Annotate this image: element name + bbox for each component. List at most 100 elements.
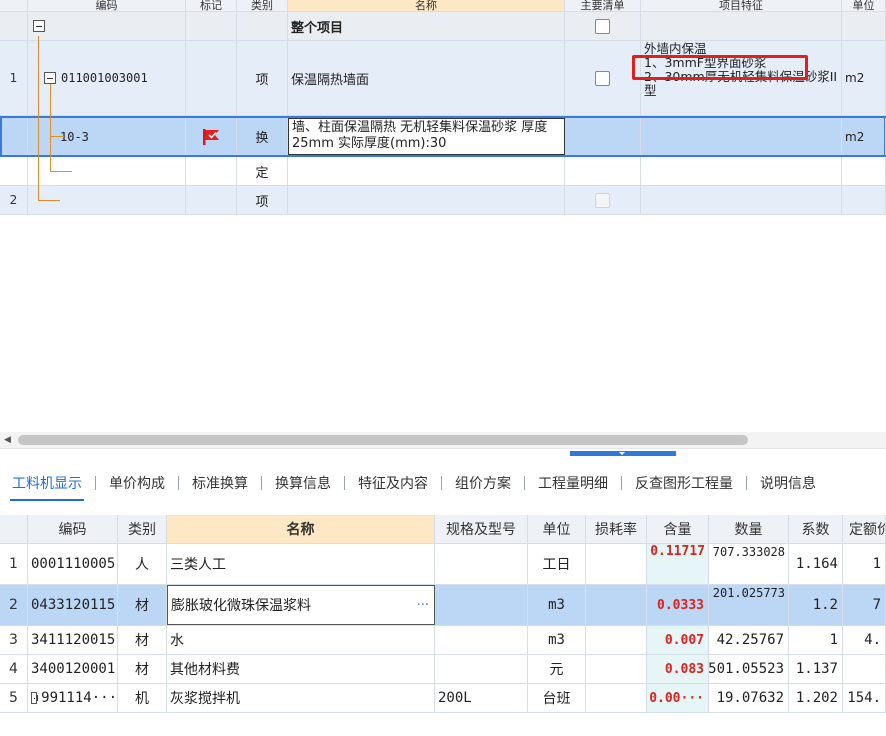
code-cell[interactable]: 011001003001 [28, 41, 186, 115]
type-cell[interactable]: 人 [118, 544, 167, 584]
spec-cell[interactable] [435, 655, 528, 683]
tab-quantity-detail[interactable]: 工程量明细 [538, 459, 608, 507]
loss-cell[interactable] [586, 626, 647, 654]
unit-cell[interactable]: m2 [842, 41, 886, 115]
name-cell[interactable]: 水 [167, 626, 435, 654]
price-cell[interactable]: 7 [843, 585, 886, 625]
type-cell[interactable]: 机 [118, 684, 167, 712]
code-cell[interactable]: 0433120115 [28, 585, 118, 625]
coef-cell[interactable]: 1.2 [789, 585, 843, 625]
type-cell[interactable]: 项 [237, 41, 288, 115]
header-spec[interactable]: 规格及型号 [435, 515, 528, 543]
resource-row-5[interactable]: 5 991114··· 机 灰浆搅拌机 200L 台班 0.00··· 19.0… [0, 684, 886, 713]
header-unit[interactable]: 单位 [528, 515, 586, 543]
quota-row-10-3[interactable]: 10-3 换 墙、柱面保温隔热 无机轻集料保温砂浆 厚度25mm 实际厚度(mm… [0, 116, 886, 157]
loss-cell[interactable] [586, 544, 647, 584]
amount-cell[interactable]: 42.25767 [709, 626, 789, 654]
loss-cell[interactable] [586, 684, 647, 712]
code-cell[interactable]: 3411120015 [28, 626, 118, 654]
unit-cell[interactable]: 工日 [528, 544, 586, 584]
header-amount[interactable]: 数量 [709, 515, 789, 543]
unit-cell[interactable]: 元 [528, 655, 586, 683]
loss-cell[interactable] [586, 655, 647, 683]
unit-cell[interactable]: 台班 [528, 684, 586, 712]
qty-cell[interactable]: 0.0333 [647, 585, 709, 625]
coef-cell[interactable]: 1.202 [789, 684, 843, 712]
qty-cell[interactable]: 0.007 [647, 626, 709, 654]
main-list-checkbox[interactable] [595, 70, 610, 86]
header-code[interactable]: 编码 [28, 515, 118, 543]
horizontal-scrollbar[interactable]: ◀ [0, 432, 886, 448]
features-cell[interactable]: 外墙内保温 1、3mmF型界面砂浆 2、30mm厚无机轻集料保温砂浆II型 [641, 41, 842, 115]
tab-pricing-scheme[interactable]: 组价方案 [455, 459, 511, 507]
price-cell[interactable]: 1 [843, 544, 886, 584]
unit-cell[interactable]: m2 [842, 118, 886, 155]
tab-conversion-info[interactable]: 换算信息 [275, 459, 331, 507]
type-cell[interactable]: 材 [118, 585, 167, 625]
spec-cell[interactable] [435, 626, 528, 654]
tab-features-content[interactable]: 特征及内容 [358, 459, 428, 507]
list-row-1[interactable]: 1 011001003001 项 保温隔热墙面 外墙内保温 1、3mmF型界面砂… [0, 41, 886, 116]
header-price[interactable]: 定额价 [843, 515, 886, 543]
collapse-icon[interactable] [44, 72, 56, 84]
header-loss[interactable]: 损耗率 [586, 515, 647, 543]
main-list-cell[interactable] [565, 12, 641, 40]
header-unit[interactable]: 单位 [842, 0, 886, 11]
tab-standard-conversion[interactable]: 标准换算 [192, 459, 248, 507]
tab-description[interactable]: 说明信息 [760, 459, 816, 507]
collapse-icon[interactable] [33, 20, 45, 32]
resource-row-1[interactable]: 1 0001110005 人 三类人工 工日 0.11717 707.33302… [0, 544, 886, 585]
code-cell[interactable]: 3400120001 [28, 655, 118, 683]
name-cell[interactable] [288, 186, 565, 214]
type-cell[interactable]: 定 [237, 157, 288, 185]
mark-cell[interactable] [186, 118, 237, 155]
resource-row-3[interactable]: 3 3411120015 材 水 m3 0.007 42.25767 1 4. [0, 626, 886, 655]
type-cell[interactable]: 材 [118, 626, 167, 654]
resource-row-4[interactable]: 4 3400120001 材 其他材料费 元 0.083 501.05523 1… [0, 655, 886, 684]
name-cell[interactable]: 墙、柱面保温隔热 无机轻集料保温砂浆 厚度25mm 实际厚度(mm):30 [288, 118, 565, 155]
qty-cell[interactable]: 0.083 [647, 655, 709, 683]
name-cell[interactable]: 其他材料费 [167, 655, 435, 683]
scroll-left-icon[interactable]: ◀ [4, 435, 11, 445]
expand-icon[interactable] [31, 692, 39, 704]
code-cell[interactable]: 991114··· [28, 684, 118, 712]
project-tree-cell[interactable] [28, 12, 186, 40]
name-cell[interactable]: 三类人工 [167, 544, 435, 584]
name-cell[interactable] [288, 157, 565, 185]
type-cell[interactable]: 换 [237, 118, 288, 155]
amount-cell[interactable]: 201.025773 [709, 585, 789, 625]
header-type[interactable]: 类别 [237, 0, 288, 11]
header-code[interactable]: 编码 [28, 0, 186, 11]
amount-cell[interactable]: 19.07632 [709, 684, 789, 712]
spec-cell[interactable] [435, 585, 528, 625]
header-name[interactable]: 名称 [167, 515, 435, 543]
header-features[interactable]: 项目特征 [641, 0, 842, 11]
name-cell[interactable]: 膨胀玻化微珠保温浆料 ··· [167, 585, 435, 625]
unit-cell[interactable]: m3 [528, 626, 586, 654]
price-cell[interactable]: 4. [843, 626, 886, 654]
quota-row-blank[interactable]: 定 [0, 157, 886, 186]
unit-cell[interactable]: m3 [528, 585, 586, 625]
price-cell[interactable]: 154. [843, 684, 886, 712]
tab-reverse-graphic-quantity[interactable]: 反查图形工程量 [635, 459, 733, 507]
code-cell[interactable]: 0001110005 [28, 544, 118, 584]
list-row-2[interactable]: 2 项 [0, 186, 886, 215]
panel-splitter[interactable] [0, 448, 886, 459]
header-coef[interactable]: 系数 [789, 515, 843, 543]
name-cell[interactable]: 保温隔热墙面 [288, 41, 565, 115]
tab-labor-material-machine[interactable]: 工料机显示 [10, 459, 84, 507]
spec-cell[interactable] [435, 544, 528, 584]
coef-cell[interactable]: 1.164 [789, 544, 843, 584]
spec-cell[interactable]: 200L [435, 684, 528, 712]
amount-cell[interactable]: 707.333028 [709, 544, 789, 584]
resource-row-2[interactable]: 2 0433120115 材 膨胀玻化微珠保温浆料 ··· m3 0.0333 … [0, 585, 886, 626]
header-name[interactable]: 名称 [288, 0, 565, 11]
type-cell[interactable]: 项 [237, 186, 288, 214]
main-list-checkbox[interactable] [595, 18, 610, 34]
coef-cell[interactable]: 1 [789, 626, 843, 654]
amount-cell[interactable]: 501.05523 [709, 655, 789, 683]
header-type[interactable]: 类别 [118, 515, 167, 543]
tab-unit-price[interactable]: 单价构成 [109, 459, 165, 507]
header-mark[interactable]: 标记 [186, 0, 237, 11]
coef-cell[interactable]: 1.137 [789, 655, 843, 683]
